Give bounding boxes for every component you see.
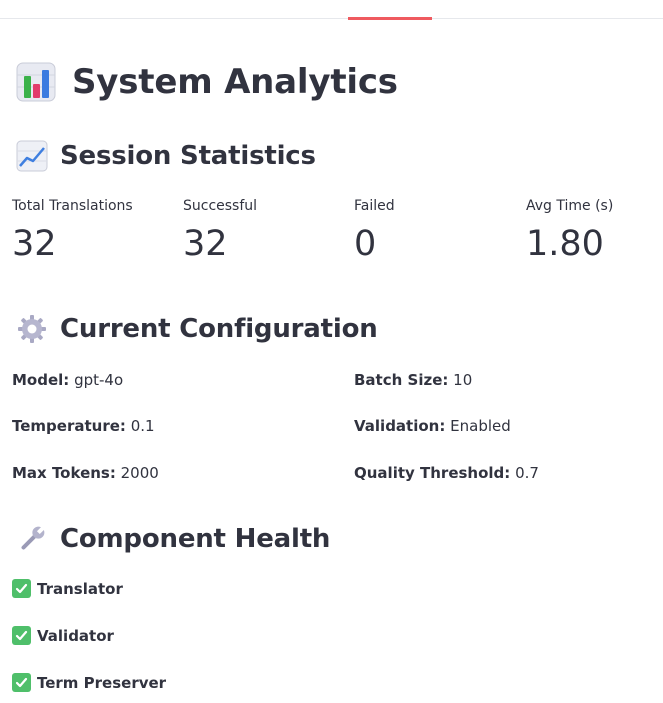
wrench-icon (16, 523, 48, 555)
section-heading-text: Current Configuration (60, 314, 378, 344)
section-heading-component-health: Component Health (16, 521, 330, 557)
component-status-translator: Translator (12, 579, 123, 598)
metric-value: 32 (183, 224, 228, 264)
metric-successful: Successful 32 (183, 198, 257, 264)
metric-label: Failed (354, 198, 395, 214)
config-model: Model: gpt-4o (12, 371, 123, 389)
metric-value: 32 (12, 224, 57, 264)
check-box-icon (12, 626, 31, 645)
active-tab-indicator (348, 17, 432, 20)
tab-bar-divider (0, 18, 663, 19)
section-heading-text: Session Statistics (60, 141, 316, 171)
metric-avg-time: Avg Time (s) 1.80 (526, 198, 613, 264)
check-box-icon (12, 673, 31, 692)
config-label: Quality Threshold: (354, 464, 511, 482)
config-value: Enabled (450, 417, 511, 435)
config-label: Max Tokens: (12, 464, 116, 482)
check-box-icon (12, 579, 31, 598)
page-title-text: System Analytics (72, 62, 398, 102)
config-label: Validation: (354, 417, 446, 435)
config-value: 0.7 (515, 464, 539, 482)
config-value: 2000 (120, 464, 159, 482)
config-value: 0.1 (130, 417, 155, 435)
config-temperature: Temperature: 0.1 (12, 417, 155, 435)
config-label: Model: (12, 371, 70, 389)
component-status-term-preserver: Term Preserver (12, 673, 166, 692)
config-label: Batch Size: (354, 371, 449, 389)
metric-label: Successful (183, 198, 258, 214)
config-batch-size: Batch Size: 10 (354, 371, 472, 389)
config-value: gpt-4o (74, 371, 124, 389)
metric-value: 1.80 (526, 224, 604, 264)
bar-chart-icon (16, 62, 56, 102)
metric-value: 0 (354, 224, 377, 264)
config-value: 10 (453, 371, 473, 389)
component-status-validator: Validator (12, 626, 114, 645)
metric-total-translations: Total Translations 32 (12, 198, 133, 264)
config-max-tokens: Max Tokens: 2000 (12, 464, 159, 482)
chart-increasing-icon (16, 140, 48, 172)
config-quality-threshold: Quality Threshold: 0.7 (354, 464, 539, 482)
page-title: System Analytics (16, 58, 398, 106)
metric-label: Total Translations (12, 198, 133, 214)
metric-label: Avg Time (s) (526, 198, 614, 214)
config-label: Temperature: (12, 417, 126, 435)
component-name: Translator (37, 579, 123, 598)
config-validation: Validation: Enabled (354, 417, 511, 435)
gear-icon (16, 313, 48, 345)
section-heading-current-configuration: Current Configuration (16, 311, 378, 347)
section-heading-text: Component Health (60, 524, 331, 554)
section-heading-session-statistics: Session Statistics (16, 138, 316, 174)
component-name: Validator (37, 626, 114, 645)
metric-failed: Failed 0 (354, 198, 395, 264)
component-name: Term Preserver (37, 673, 167, 692)
